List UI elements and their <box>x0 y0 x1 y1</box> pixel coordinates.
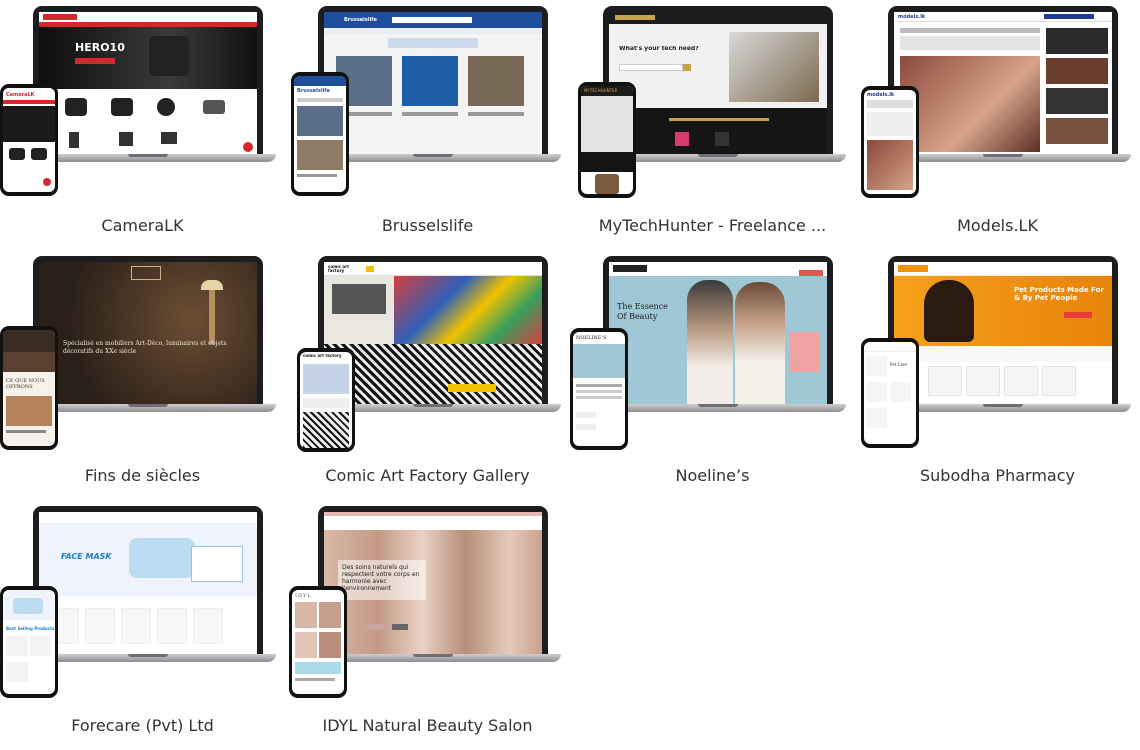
project-title[interactable]: MyTechHunter - Freelance ... <box>570 216 855 236</box>
project-title[interactable]: CameraLK <box>0 216 285 236</box>
phone-frame: comic art factory <box>297 348 355 452</box>
project-title[interactable]: Subodha Pharmacy <box>855 466 1140 486</box>
project-title[interactable]: Brusselslife <box>285 216 570 236</box>
laptop-screenshot: HERO10 <box>39 12 257 154</box>
project-title[interactable]: Fins de siècles <box>0 466 285 486</box>
laptop-frame: Spécialisé en mobiliers Art-Déco, lumina… <box>33 256 263 404</box>
project-card-comic-art-factory[interactable]: comic art factory comic art factory Comi… <box>285 250 570 500</box>
device-mockup: comic art factory comic art factory <box>285 250 570 455</box>
phone-screenshot: comic art factory <box>300 352 352 448</box>
device-mockup: HERO10 CameraLK <box>0 0 285 205</box>
laptop-screenshot: What's your tech need? <box>609 12 827 154</box>
laptop-frame: Brusselslife <box>318 6 548 154</box>
laptop-frame: The Essence Of Beauty <box>603 256 833 404</box>
device-mockup: Pet Products Made For & By Pet People Pe… <box>855 250 1140 455</box>
portfolio-grid: HERO10 CameraLK CameraLK Brusselslife Br… <box>0 0 1140 750</box>
device-mockup: Spécialisé en mobiliers Art-Déco, lumina… <box>0 250 285 455</box>
phone-frame: Brusselslife <box>291 72 349 196</box>
phone-screenshot: CE QUE NOUS OFFRONS <box>3 330 55 446</box>
project-card-cameralk[interactable]: HERO10 CameraLK CameraLK <box>0 0 285 250</box>
phone-screenshot: Brusselslife <box>294 76 346 192</box>
phone-frame: IDYL <box>289 586 347 698</box>
phone-frame: CameraLK <box>0 84 58 196</box>
laptop-frame: Des soins naturels qui respectent votre … <box>318 506 548 654</box>
project-card-fins-de-siecles[interactable]: Spécialisé en mobiliers Art-Déco, lumina… <box>0 250 285 500</box>
laptop-frame: Pet Products Made For & By Pet People <box>888 256 1118 404</box>
project-card-modelslk[interactable]: models.lk models.lk Models.LK <box>855 0 1140 250</box>
phone-screenshot: Pet Care <box>864 342 916 444</box>
laptop-screenshot: Brusselslife <box>324 12 542 154</box>
laptop-screenshot: FACE MASK <box>39 512 257 654</box>
project-card-forecare[interactable]: FACE MASK Best Selling Products Forecare… <box>0 500 285 750</box>
phone-screenshot: IDYL <box>292 590 344 694</box>
laptop-frame: FACE MASK <box>33 506 263 654</box>
phone-frame: MYTECHHUNTER <box>578 82 636 198</box>
laptop-frame: models.lk <box>888 6 1118 154</box>
phone-screenshot: CameraLK <box>3 88 55 192</box>
project-card-brusselslife[interactable]: Brusselslife Brusselslife Brusselslife <box>285 0 570 250</box>
project-title[interactable]: IDYL Natural Beauty Salon <box>285 716 570 736</box>
phone-frame: models.lk <box>861 86 919 198</box>
screen-headline: HERO10 <box>75 42 125 54</box>
laptop-screenshot: models.lk <box>894 12 1112 154</box>
laptop-screenshot: comic art factory <box>324 262 542 404</box>
project-card-mytechhunter[interactable]: What's your tech need? MYTECHHUNTER MyTe… <box>570 0 855 250</box>
laptop-screenshot: Pet Products Made For & By Pet People <box>894 262 1112 404</box>
project-card-idyl[interactable]: Des soins naturels qui respectent votre … <box>285 500 570 750</box>
device-mockup: FACE MASK Best Selling Products <box>0 500 285 705</box>
phone-screenshot: NOELINE'S <box>573 332 625 446</box>
device-mockup: The Essence Of Beauty NOELINE'S <box>570 250 855 455</box>
phone-frame: NOELINE'S <box>570 328 628 450</box>
phone-screenshot: Best Selling Products <box>3 590 55 694</box>
phone-frame: Pet Care <box>861 338 919 448</box>
laptop-frame: What's your tech need? <box>603 6 833 154</box>
project-title[interactable]: Noeline’s <box>570 466 855 486</box>
laptop-screenshot: The Essence Of Beauty <box>609 262 827 404</box>
laptop-screenshot: Spécialisé en mobiliers Art-Déco, lumina… <box>39 262 257 404</box>
project-card-subodha-pharmacy[interactable]: Pet Products Made For & By Pet People Pe… <box>855 250 1140 500</box>
laptop-screenshot: Des soins naturels qui respectent votre … <box>324 512 542 654</box>
phone-frame: Best Selling Products <box>0 586 58 698</box>
phone-screenshot: MYTECHHUNTER <box>581 86 633 194</box>
project-title[interactable]: Forecare (Pvt) Ltd <box>0 716 285 736</box>
device-mockup: Brusselslife Brusselslife <box>285 0 570 205</box>
device-mockup: What's your tech need? MYTECHHUNTER <box>570 0 855 205</box>
laptop-frame: HERO10 <box>33 6 263 154</box>
phone-screenshot: models.lk <box>864 90 916 194</box>
phone-frame: CE QUE NOUS OFFRONS <box>0 326 58 450</box>
project-card-noelines[interactable]: The Essence Of Beauty NOELINE'S Noeline’… <box>570 250 855 500</box>
project-title[interactable]: Models.LK <box>855 216 1140 236</box>
project-title[interactable]: Comic Art Factory Gallery <box>285 466 570 486</box>
device-mockup: models.lk models.lk <box>855 0 1140 205</box>
device-mockup: Des soins naturels qui respectent votre … <box>285 500 570 705</box>
